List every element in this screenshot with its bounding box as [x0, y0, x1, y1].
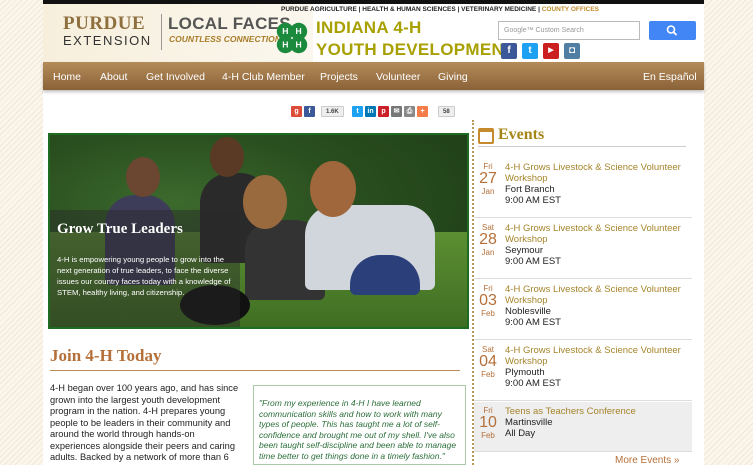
hero-person: [126, 157, 160, 197]
nav-item-get-involved[interactable]: Get Involved: [146, 71, 205, 83]
join-heading: Join 4-H Today: [50, 346, 162, 365]
nav-item-club-member[interactable]: 4-H Club Member: [222, 71, 305, 83]
top-link-vetmed[interactable]: VETERINARY MEDICINE: [461, 6, 536, 13]
event-item[interactable]: Sat 04 Feb 4-H Grows Livestock & Science…: [474, 341, 692, 401]
facebook-share-icon[interactable]: f: [304, 106, 315, 117]
event-item[interactable]: Fri 03 Feb 4-H Grows Livestock & Science…: [474, 280, 692, 340]
event-date: Sat 28 Jan: [477, 223, 499, 257]
instagram-icon[interactable]: ◘: [564, 43, 580, 59]
testimonial-quote: "From my experience in 4-H I have learne…: [253, 385, 466, 465]
nav-item-about[interactable]: About: [100, 71, 127, 83]
nav-item-projects[interactable]: Projects: [320, 71, 358, 83]
search-icon: [666, 25, 678, 36]
top-link-county-offices[interactable]: COUNTY OFFICES: [542, 6, 599, 13]
nav-item-volunteer[interactable]: Volunteer: [376, 71, 420, 83]
event-location: Noblesville: [505, 306, 551, 317]
join-text: 4-H began over 100 years ago, and has si…: [50, 383, 239, 465]
calendar-icon: [478, 128, 494, 144]
event-day: 27: [479, 170, 497, 187]
more-events-link[interactable]: More Events »: [615, 455, 679, 465]
event-month: Jan: [481, 248, 495, 257]
event-day: 28: [479, 231, 497, 248]
svg-text:H: H: [282, 40, 288, 50]
site-title-line1[interactable]: INDIANA 4-H: [316, 18, 422, 38]
event-time: 9:00 AM EST: [505, 378, 561, 389]
event-location: Fort Branch: [505, 184, 555, 195]
top-links: PURDUE AGRICULTURE | HEALTH & HUMAN SCIE…: [281, 6, 600, 13]
event-month: Feb: [481, 370, 495, 379]
facebook-icon[interactable]: f: [501, 43, 517, 59]
event-month: Feb: [481, 309, 495, 318]
top-link-agriculture[interactable]: PURDUE AGRICULTURE: [281, 6, 357, 13]
hero-text: 4-H is empowering young people to grow i…: [57, 255, 231, 297]
hero-title: Grow True Leaders: [57, 221, 183, 237]
brand-main: PURDUE: [63, 13, 146, 34]
4h-clover-icon[interactable]: HH HH: [273, 19, 311, 57]
linkedin-share-icon[interactable]: in: [365, 106, 376, 117]
top-link-hhs[interactable]: HEALTH & HUMAN SCIENCES: [362, 6, 455, 13]
event-title-link[interactable]: 4-H Grows Livestock & Science Volunteer …: [505, 345, 681, 367]
brand-sub: EXTENSION: [63, 33, 152, 48]
main-nav: Home About Get Involved 4-H Club Member …: [43, 62, 704, 90]
event-date: Fri 10 Feb: [477, 406, 499, 440]
share-count: 1.6K: [321, 106, 344, 117]
twitter-icon[interactable]: t: [522, 43, 538, 59]
hero-person: [310, 161, 356, 217]
event-date: Sat 04 Feb: [477, 345, 499, 379]
event-time: 9:00 AM EST: [505, 195, 561, 206]
gplus-share-icon[interactable]: g: [291, 106, 302, 117]
pinterest-share-icon[interactable]: p: [378, 106, 389, 117]
logo-divider: [161, 14, 162, 50]
event-details: 4-H Grows Livestock & Science Volunteer …: [505, 223, 690, 267]
event-time: All Day: [505, 428, 536, 439]
event-details: 4-H Grows Livestock & Science Volunteer …: [505, 345, 690, 389]
event-time: 9:00 AM EST: [505, 317, 561, 328]
events-heading: Events: [498, 126, 545, 143]
events-underline: [478, 146, 686, 147]
more-share-icon[interactable]: +: [417, 106, 428, 117]
search-input[interactable]: Google™ Custom Search: [498, 21, 640, 40]
event-location: Plymouth: [505, 367, 545, 378]
nav-item-espanol[interactable]: En Español: [643, 71, 697, 83]
print-share-icon[interactable]: ⎙: [404, 106, 415, 117]
site-title-line2[interactable]: YOUTH DEVELOPMENT: [316, 40, 515, 60]
event-day: 10: [479, 414, 497, 431]
event-month: Jan: [481, 187, 495, 196]
nav-item-home[interactable]: Home: [53, 71, 81, 83]
event-title-link[interactable]: 4-H Grows Livestock & Science Volunteer …: [505, 284, 681, 306]
event-details: Teens as Teachers Conference Martinsvill…: [505, 406, 690, 439]
nav-item-giving[interactable]: Giving: [438, 71, 468, 83]
event-day: 03: [479, 292, 497, 309]
hero-person: [210, 137, 244, 177]
join-underline: [50, 370, 460, 371]
svg-text:H: H: [282, 26, 288, 36]
event-month: Feb: [481, 431, 495, 440]
tagline-sub: COUNTLESS CONNECTIONS: [169, 34, 287, 44]
event-date: Fri 27 Jan: [477, 162, 499, 196]
hero-person: [243, 175, 287, 229]
youtube-icon[interactable]: ▶: [543, 43, 559, 59]
email-share-icon[interactable]: ✉: [391, 106, 402, 117]
event-day: 04: [479, 353, 497, 370]
event-title-link[interactable]: Teens as Teachers Conference: [505, 406, 636, 417]
event-item[interactable]: Fri 10 Feb Teens as Teachers Conference …: [474, 402, 692, 452]
search-button[interactable]: [649, 21, 696, 40]
event-item[interactable]: Fri 27 Jan 4-H Grows Livestock & Science…: [474, 158, 692, 218]
event-location: Seymour: [505, 245, 544, 256]
event-date: Fri 03 Feb: [477, 284, 499, 318]
event-location: Martinsville: [505, 417, 553, 428]
twitter-share-icon[interactable]: t: [352, 106, 363, 117]
event-details: 4-H Grows Livestock & Science Volunteer …: [505, 162, 690, 206]
svg-text:H: H: [296, 40, 302, 50]
event-time: 9:00 AM EST: [505, 256, 561, 267]
event-item[interactable]: Sat 28 Jan 4-H Grows Livestock & Science…: [474, 219, 692, 279]
event-details: 4-H Grows Livestock & Science Volunteer …: [505, 284, 690, 328]
share-total: 58: [438, 106, 455, 117]
svg-text:H: H: [296, 26, 302, 36]
event-title-link[interactable]: 4-H Grows Livestock & Science Volunteer …: [505, 223, 681, 245]
event-title-link[interactable]: 4-H Grows Livestock & Science Volunteer …: [505, 162, 681, 184]
page: PURDUE EXTENSION LOCAL FACES COUNTLESS C…: [43, 0, 704, 465]
hero-banner[interactable]: Grow True Leaders 4-H is empowering youn…: [48, 133, 469, 329]
